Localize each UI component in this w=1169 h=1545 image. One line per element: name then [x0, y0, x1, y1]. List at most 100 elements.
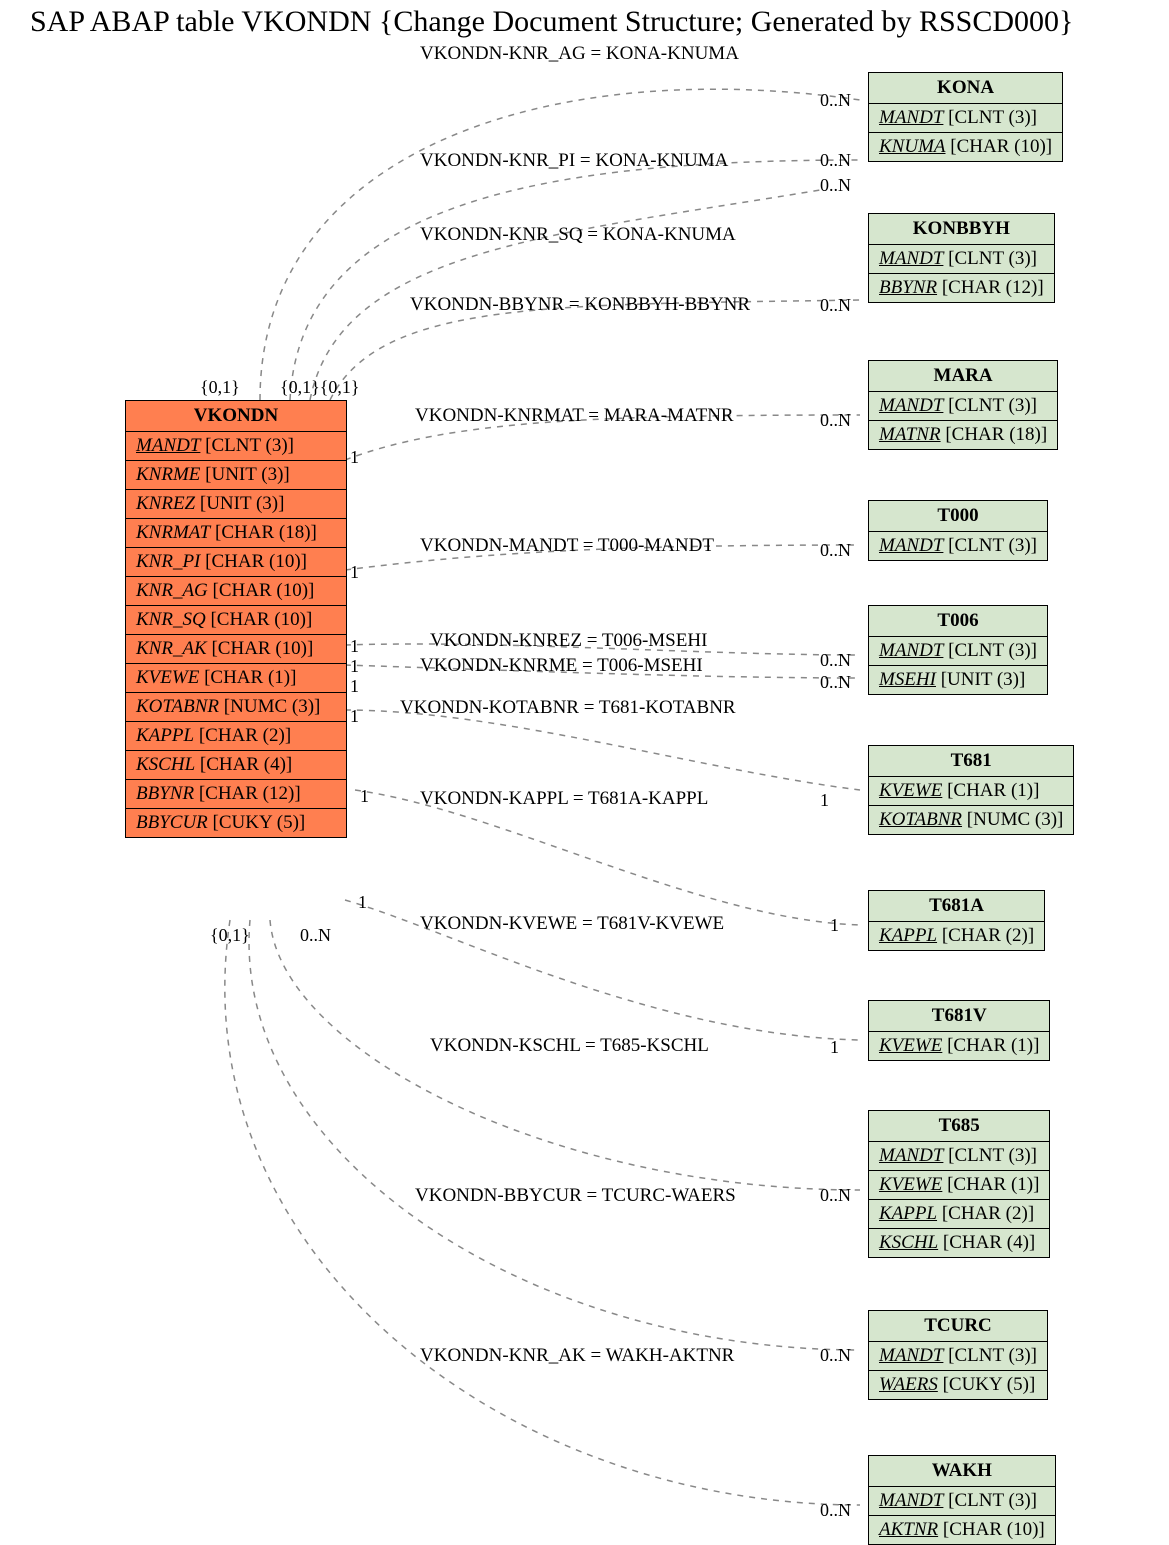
- field-row: MANDT [CLNT (3)]: [869, 1142, 1049, 1171]
- field-row: KNR_PI [CHAR (10)]: [126, 548, 346, 577]
- cardinality-left: 0..N: [300, 925, 331, 946]
- cardinality-right: 1: [820, 790, 829, 811]
- relation-label: VKONDN-KNR_PI = KONA-KNUMA: [420, 150, 728, 172]
- field-row: MANDT [CLNT (3)]: [869, 245, 1054, 274]
- field-row: KAPPL [CHAR (2)]: [869, 922, 1044, 950]
- entity-header: MARA: [869, 361, 1057, 392]
- entity-header: VKONDN: [126, 401, 346, 432]
- cardinality-right: 1: [830, 915, 839, 936]
- field-row: AKTNR [CHAR (10)]: [869, 1516, 1055, 1544]
- diagram-title: SAP ABAP table VKONDN {Change Document S…: [30, 5, 1073, 39]
- cardinality-left: 1: [350, 636, 359, 657]
- entity-header: TCURC: [869, 1311, 1047, 1342]
- field-row: BBYCUR [CUKY (5)]: [126, 809, 346, 837]
- field-row: KNREZ [UNIT (3)]: [126, 490, 346, 519]
- entity-header: T000: [869, 501, 1047, 532]
- cardinality-right: 0..N: [820, 90, 851, 111]
- entity-t681v: T681VKVEWE [CHAR (1)]: [868, 1000, 1050, 1061]
- entity-kona: KONAMANDT [CLNT (3)]KNUMA [CHAR (10)]: [868, 72, 1063, 162]
- entity-t685: T685MANDT [CLNT (3)]KVEWE [CHAR (1)]KAPP…: [868, 1110, 1050, 1258]
- field-row: KNR_AG [CHAR (10)]: [126, 577, 346, 606]
- field-row: MANDT [CLNT (3)]: [869, 1487, 1055, 1516]
- field-row: KNR_SQ [CHAR (10)]: [126, 606, 346, 635]
- relation-label: VKONDN-KNR_AG = KONA-KNUMA: [420, 43, 739, 65]
- cardinality-left: {0,1}: [200, 377, 240, 398]
- relation-label: VKONDN-KNREZ = T006-MSEHI: [430, 630, 707, 652]
- entity-header: KONA: [869, 73, 1062, 104]
- cardinality-right: 0..N: [820, 175, 851, 196]
- cardinality-right: 0..N: [820, 410, 851, 431]
- entity-header: WAKH: [869, 1456, 1055, 1487]
- entity-tcurc: TCURCMANDT [CLNT (3)]WAERS [CUKY (5)]: [868, 1310, 1048, 1400]
- field-row: KAPPL [CHAR (2)]: [869, 1200, 1049, 1229]
- cardinality-left: 1: [360, 786, 369, 807]
- entity-wakh: WAKHMANDT [CLNT (3)]AKTNR [CHAR (10)]: [868, 1455, 1056, 1545]
- entity-t006: T006MANDT [CLNT (3)]MSEHI [UNIT (3)]: [868, 605, 1048, 695]
- relation-label: VKONDN-BBYNR = KONBBYH-BBYNR: [410, 294, 750, 316]
- field-row: MANDT [CLNT (3)]: [869, 637, 1047, 666]
- entity-header: T681V: [869, 1001, 1049, 1032]
- cardinality-right: 0..N: [820, 1185, 851, 1206]
- cardinality-left: 1: [350, 676, 359, 697]
- field-row: BBYNR [CHAR (12)]: [126, 780, 346, 809]
- entity-t000: T000MANDT [CLNT (3)]: [868, 500, 1048, 561]
- relation-label: VKONDN-KNRMAT = MARA-MATNR: [415, 405, 734, 427]
- cardinality-left: 1: [350, 447, 359, 468]
- cardinality-left: 1: [350, 706, 359, 727]
- entity-header: KONBBYH: [869, 214, 1054, 245]
- field-row: KVEWE [CHAR (1)]: [869, 1171, 1049, 1200]
- field-row: MANDT [CLNT (3)]: [126, 432, 346, 461]
- field-row: MANDT [CLNT (3)]: [869, 532, 1047, 560]
- field-row: KOTABNR [NUMC (3)]: [869, 806, 1073, 834]
- relation-label: VKONDN-KSCHL = T685-KSCHL: [430, 1035, 709, 1057]
- cardinality-right: 0..N: [820, 295, 851, 316]
- entity-vkondn: VKONDN MANDT [CLNT (3)]KNRME [UNIT (3)]K…: [125, 400, 347, 838]
- field-row: KVEWE [CHAR (1)]: [869, 777, 1073, 806]
- cardinality-right: 1: [830, 1037, 839, 1058]
- cardinality-right: 0..N: [820, 1345, 851, 1366]
- entity-t681a: T681AKAPPL [CHAR (2)]: [868, 890, 1045, 951]
- field-row: MANDT [CLNT (3)]: [869, 392, 1057, 421]
- entity-t681: T681KVEWE [CHAR (1)]KOTABNR [NUMC (3)]: [868, 745, 1074, 835]
- field-row: KOTABNR [NUMC (3)]: [126, 693, 346, 722]
- relation-label: VKONDN-KVEWE = T681V-KVEWE: [420, 913, 724, 935]
- relation-label: VKONDN-KNR_SQ = KONA-KNUMA: [420, 224, 736, 246]
- field-row: KAPPL [CHAR (2)]: [126, 722, 346, 751]
- field-row: KNRMAT [CHAR (18)]: [126, 519, 346, 548]
- cardinality-left: 1: [358, 892, 367, 913]
- relation-label: VKONDN-BBYCUR = TCURC-WAERS: [415, 1185, 736, 1207]
- relation-label: VKONDN-KNRME = T006-MSEHI: [420, 655, 703, 677]
- relation-label: VKONDN-KOTABNR = T681-KOTABNR: [400, 697, 736, 719]
- entity-header: T681: [869, 746, 1073, 777]
- entity-header: T006: [869, 606, 1047, 637]
- field-row: MANDT [CLNT (3)]: [869, 1342, 1047, 1371]
- cardinality-left: {0,1}{0,1}: [280, 377, 360, 398]
- relation-label: VKONDN-MANDT = T000-MANDT: [420, 535, 714, 557]
- cardinality-left: 1: [350, 562, 359, 583]
- field-row: MANDT [CLNT (3)]: [869, 104, 1062, 133]
- entity-header: T681A: [869, 891, 1044, 922]
- cardinality-left: 1: [350, 656, 359, 677]
- entity-konbbyh: KONBBYHMANDT [CLNT (3)]BBYNR [CHAR (12)]: [868, 213, 1055, 303]
- cardinality-right: 0..N: [820, 1500, 851, 1521]
- field-row: KVEWE [CHAR (1)]: [869, 1032, 1049, 1060]
- field-row: KNR_AK [CHAR (10)]: [126, 635, 346, 664]
- cardinality-right: 0..N: [820, 540, 851, 561]
- cardinality-left: {0,1}: [210, 925, 250, 946]
- field-row: KNRME [UNIT (3)]: [126, 461, 346, 490]
- cardinality-right: 0..N: [820, 672, 851, 693]
- field-row: KNUMA [CHAR (10)]: [869, 133, 1062, 161]
- relation-label: VKONDN-KNR_AK = WAKH-AKTNR: [420, 1345, 734, 1367]
- field-row: MSEHI [UNIT (3)]: [869, 666, 1047, 694]
- entity-mara: MARAMANDT [CLNT (3)]MATNR [CHAR (18)]: [868, 360, 1058, 450]
- field-row: KVEWE [CHAR (1)]: [126, 664, 346, 693]
- field-row: WAERS [CUKY (5)]: [869, 1371, 1047, 1399]
- cardinality-right: 0..N: [820, 650, 851, 671]
- field-row: KSCHL [CHAR (4)]: [869, 1229, 1049, 1257]
- relation-label: VKONDN-KAPPL = T681A-KAPPL: [420, 788, 708, 810]
- field-row: KSCHL [CHAR (4)]: [126, 751, 346, 780]
- cardinality-right: 0..N: [820, 150, 851, 171]
- field-row: MATNR [CHAR (18)]: [869, 421, 1057, 449]
- field-row: BBYNR [CHAR (12)]: [869, 274, 1054, 302]
- entity-header: T685: [869, 1111, 1049, 1142]
